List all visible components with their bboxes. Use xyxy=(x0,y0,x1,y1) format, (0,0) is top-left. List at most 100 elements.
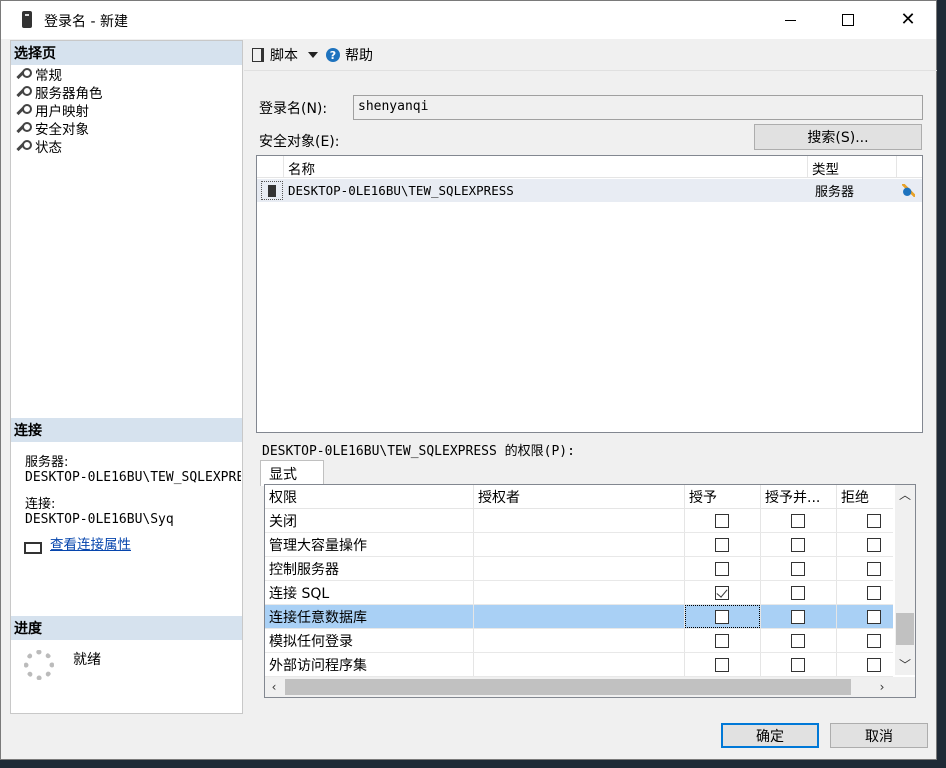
scroll-up-icon[interactable]: ︿ xyxy=(895,485,915,503)
permission-grantor xyxy=(474,509,685,532)
scroll-left-icon[interactable]: ‹ xyxy=(265,677,283,697)
close-button[interactable]: ✕ xyxy=(885,1,931,39)
column-header-grantor[interactable]: 授权者 xyxy=(474,485,685,508)
securable-name: DESKTOP-0LE16BU\TEW_SQLEXPRESS xyxy=(288,183,514,198)
wrench-icon xyxy=(15,139,32,153)
column-header-permission[interactable]: 权限 xyxy=(265,485,474,508)
wrench-icon xyxy=(15,85,32,99)
server-value: DESKTOP-0LE16BU\TEW_SQLEXPRESS xyxy=(25,470,241,485)
grant-checkbox[interactable] xyxy=(715,658,729,672)
connection-label: 连接: xyxy=(25,497,56,512)
deny-checkbox[interactable] xyxy=(867,514,881,528)
nav-item-label: 用户映射 xyxy=(35,104,89,120)
table-row[interactable]: DESKTOP-0LE16BU\TEW_SQLEXPRESS 服务器 xyxy=(257,179,922,202)
permission-name: 连接 SQL xyxy=(265,581,474,604)
edit-properties-icon[interactable] xyxy=(902,184,915,197)
deny-checkbox[interactable] xyxy=(867,658,881,672)
search-button[interactable]: 搜索(S)... xyxy=(754,124,922,150)
select-page-header: 选择页 xyxy=(11,41,242,65)
view-connection-properties-link[interactable]: 查看连接属性 xyxy=(50,537,131,553)
with-grant-checkbox[interactable] xyxy=(791,634,805,648)
scroll-right-icon[interactable]: › xyxy=(873,677,891,697)
permission-grantor xyxy=(474,629,685,652)
column-header-grant[interactable]: 授予 xyxy=(685,485,761,508)
deny-checkbox[interactable] xyxy=(867,538,881,552)
nav-item-label: 状态 xyxy=(35,140,62,156)
nav-item-label: 常规 xyxy=(35,68,62,84)
column-header-type[interactable]: 类型 xyxy=(808,156,897,177)
permission-name: 模拟任何登录 xyxy=(265,629,474,652)
nav-item-general[interactable]: 常规 xyxy=(15,65,103,84)
maximize-button[interactable] xyxy=(825,1,871,39)
with-grant-checkbox[interactable] xyxy=(791,658,805,672)
nav-item-user-mapping[interactable]: 用户映射 xyxy=(15,101,103,120)
permission-grantor xyxy=(474,533,685,556)
nav-item-securables[interactable]: 安全对象 xyxy=(15,119,103,138)
with-grant-checkbox[interactable] xyxy=(791,586,805,600)
cancel-button[interactable]: 取消 xyxy=(830,723,928,748)
grant-checkbox[interactable] xyxy=(715,586,729,600)
login-new-dialog: 登录名 - 新建 ✕ 选择页 常规 服务器角色 用户映射 安全对象 状态 连接 … xyxy=(0,0,937,760)
with-grant-checkbox[interactable] xyxy=(791,562,805,576)
nav-item-status[interactable]: 状态 xyxy=(15,137,103,156)
grant-checkbox[interactable] xyxy=(715,634,729,648)
grant-checkbox[interactable] xyxy=(715,538,729,552)
login-name-field[interactable]: shenyanqi xyxy=(353,95,923,120)
with-grant-checkbox[interactable] xyxy=(791,538,805,552)
deny-checkbox[interactable] xyxy=(867,634,881,648)
help-button[interactable]: ? 帮助 xyxy=(326,45,373,65)
progress-status: 就绪 xyxy=(73,652,101,668)
vertical-scroll-thumb[interactable] xyxy=(896,613,914,645)
permission-name: 控制服务器 xyxy=(265,557,474,580)
with-grant-checkbox[interactable] xyxy=(791,610,805,624)
vertical-scrollbar[interactable]: ︿ ﹀ xyxy=(895,485,915,675)
script-button[interactable]: 脚本 xyxy=(252,45,326,65)
nav-item-server-roles[interactable]: 服务器角色 xyxy=(15,83,103,102)
grant-checkbox[interactable] xyxy=(715,514,729,528)
permission-grantor xyxy=(474,557,685,580)
table-row[interactable]: 模拟任何登录 xyxy=(265,629,893,653)
column-header-name[interactable]: 名称 xyxy=(284,156,808,177)
scroll-down-icon[interactable]: ﹀ xyxy=(895,655,915,673)
left-pane: 选择页 常规 服务器角色 用户映射 安全对象 状态 连接 服务器: DESKTO… xyxy=(10,40,243,714)
with-grant-cell xyxy=(761,533,837,556)
table-row[interactable]: 连接 SQL xyxy=(265,581,893,605)
table-row[interactable]: 外部访问程序集 xyxy=(265,653,893,677)
grant-cell xyxy=(685,629,761,652)
deny-cell xyxy=(837,629,893,652)
deny-cell xyxy=(837,557,893,580)
table-row[interactable]: 连接任意数据库 xyxy=(265,605,893,629)
deny-cell xyxy=(837,653,893,676)
column-header-deny[interactable]: 拒绝 xyxy=(837,485,893,508)
deny-cell xyxy=(837,605,893,628)
server-app-icon xyxy=(22,11,32,28)
with-grant-checkbox[interactable] xyxy=(791,514,805,528)
server-icon xyxy=(261,181,283,200)
table-row[interactable]: 关闭 xyxy=(265,509,893,533)
nav-item-label: 安全对象 xyxy=(35,122,89,138)
main-pane: 登录名(N): shenyanqi 安全对象(E): 搜索(S)... 名称 类… xyxy=(244,70,937,714)
row-selector-header xyxy=(257,156,284,177)
dialog-button-bar: 确定 取消 xyxy=(1,714,936,759)
horizontal-scrollbar[interactable]: ‹ › xyxy=(265,677,915,697)
deny-checkbox[interactable] xyxy=(867,562,881,576)
minimize-button[interactable] xyxy=(767,1,813,39)
tab-explicit[interactable]: 显式 xyxy=(260,460,324,486)
deny-checkbox[interactable] xyxy=(867,610,881,624)
connection-info: 连接: DESKTOP-0LE16BU\Syq xyxy=(25,493,174,527)
title-bar: 登录名 - 新建 ✕ xyxy=(1,1,936,39)
grant-checkbox[interactable] xyxy=(715,562,729,576)
horizontal-scroll-thumb[interactable] xyxy=(285,679,851,695)
view-connection-properties[interactable]: 查看连接属性 xyxy=(24,533,131,554)
ok-button[interactable]: 确定 xyxy=(721,723,819,748)
deny-checkbox[interactable] xyxy=(867,586,881,600)
table-row[interactable]: 管理大容量操作 xyxy=(265,533,893,557)
permissions-grid-header: 权限 授权者 授予 授予并... 拒绝 xyxy=(265,485,893,509)
maximize-icon xyxy=(842,14,854,26)
table-row[interactable]: 控制服务器 xyxy=(265,557,893,581)
connection-header: 连接 xyxy=(11,418,242,442)
with-grant-cell xyxy=(761,653,837,676)
column-header-with-grant[interactable]: 授予并... xyxy=(761,485,837,508)
with-grant-cell xyxy=(761,557,837,580)
progress-header: 进度 xyxy=(11,616,242,640)
